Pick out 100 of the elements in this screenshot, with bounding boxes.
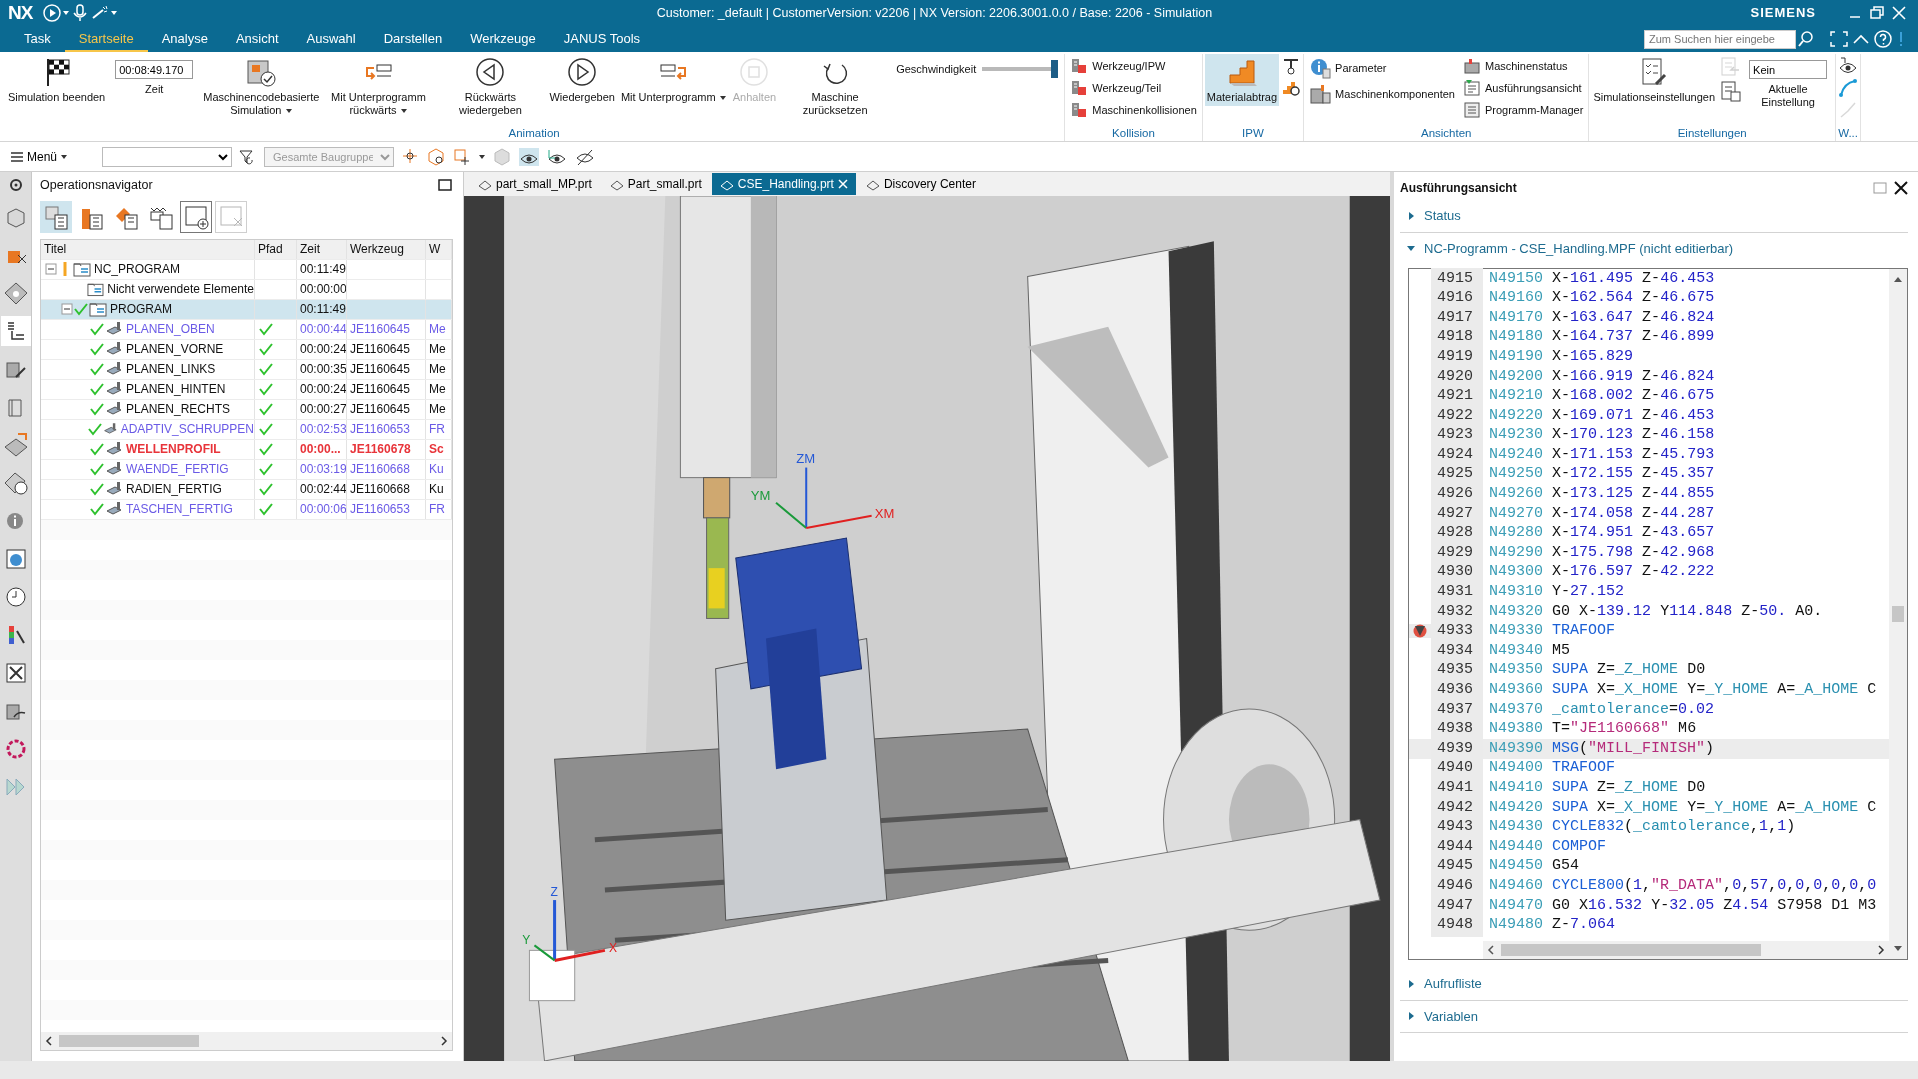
line-number: 4946 bbox=[1437, 876, 1473, 894]
scroll-up-icon[interactable] bbox=[1893, 275, 1903, 283]
table-cell-text: 00:00:24 bbox=[300, 381, 346, 399]
section-header[interactable]: Variablen bbox=[1400, 1000, 1908, 1033]
table-cell-text: 00:00:24 bbox=[300, 341, 346, 359]
scroll-right-icon[interactable] bbox=[440, 1036, 448, 1046]
text-field[interactable]: Kein bbox=[1749, 60, 1828, 79]
menu-button[interactable]: Menü bbox=[6, 147, 73, 166]
play-circle-icon[interactable] bbox=[42, 3, 63, 23]
table-cell-text: FR bbox=[429, 421, 445, 439]
ribbon-button[interactable]: Wiedergeben bbox=[547, 54, 617, 106]
document-tab[interactable]: Part_small.prt bbox=[601, 173, 710, 195]
ribbon-button[interactable]: Maschinenstatus bbox=[1459, 56, 1587, 76]
scroll-thumb[interactable] bbox=[1501, 944, 1761, 956]
tree-row[interactable]: ADAPTIV_SCHRUPPEN 00:02:53 JE1160653 FR bbox=[41, 419, 452, 440]
ribbon-button[interactable]: Werkzeug/Teil bbox=[1067, 78, 1200, 98]
horizontal-scrollbar[interactable] bbox=[1483, 941, 1889, 959]
resource-bar-button[interactable] bbox=[0, 316, 31, 346]
menu-tab[interactable]: Task bbox=[10, 25, 65, 53]
menu-tab[interactable]: Ansicht bbox=[221, 25, 293, 53]
ribbon-button[interactable]: Programm-Manager bbox=[1459, 100, 1587, 120]
menu-tab[interactable]: Analyse bbox=[147, 25, 222, 53]
view-button[interactable] bbox=[180, 200, 212, 233]
tree-row[interactable]: NC_PROGRAM 00:11:49 bbox=[41, 259, 452, 280]
code-editor[interactable] bbox=[1408, 268, 1908, 960]
ribbon-button[interactable]: Materialabtrag bbox=[1204, 54, 1280, 106]
list-disk-icon[interactable] bbox=[1719, 80, 1742, 102]
search-field[interactable]: Zum Suchen hier eingebe bbox=[1644, 29, 1796, 49]
tree-row[interactable]: PLANEN_LINKS 00:00:35 JE1160645 Me bbox=[41, 359, 452, 380]
collapse-toggle-icon[interactable] bbox=[45, 263, 57, 276]
menu-tab[interactable]: Darstellen bbox=[369, 25, 457, 53]
code-line: N49320 G0 X-139.12 Y114.848 Z-50. A0. bbox=[1488, 601, 1823, 622]
column-header[interactable]: Werkzeug bbox=[347, 239, 426, 259]
axis-label: X bbox=[608, 941, 617, 956]
line-number: 4934 bbox=[1437, 641, 1473, 659]
code-line: N49460 CYCLE800(1,"R_DATA",0,57,0,0,0,0,0,0 bbox=[1488, 875, 1877, 896]
column-header[interactable]: Titel bbox=[41, 239, 255, 259]
tree-row[interactable]: PROGRAM 00:11:49 bbox=[41, 299, 452, 320]
section-header[interactable]: NC-Programm - CSE_Handling.MPF (nicht editierbar) bbox=[1400, 232, 1908, 264]
ribbon-button[interactable]: Mit Unterprogramm rückwärts bbox=[323, 54, 434, 119]
table-cell-text: 00:00:44 bbox=[300, 321, 346, 339]
table-cell-text: Me bbox=[429, 321, 446, 339]
ribbon-button[interactable]: Simulationseinstellungen bbox=[1591, 54, 1718, 106]
scroll-left-icon[interactable] bbox=[45, 1036, 53, 1046]
menu-tab[interactable]: JANUS Tools bbox=[549, 25, 655, 53]
table-cell-text: 00:11:49 bbox=[300, 261, 346, 279]
slider-thumb[interactable] bbox=[1051, 60, 1059, 78]
scroll-left-icon[interactable] bbox=[1487, 945, 1495, 955]
viewport-canvas[interactable]: ZM YM XM Z Y X bbox=[464, 196, 1390, 1061]
help-icon[interactable] bbox=[1872, 29, 1894, 49]
tree-row[interactable]: RADIEN_FERTIG 00:02:44 JE1160668 Ku bbox=[41, 479, 452, 500]
fullscreen-icon[interactable] bbox=[1828, 29, 1850, 49]
tree-row[interactable]: WAENDE_FERTIG 00:03:19 JE1160668 Ku bbox=[41, 459, 452, 480]
ribbon-button[interactable]: Maschinenkomponenten bbox=[1306, 82, 1458, 106]
document-tab[interactable]: CSE_Handling.prt bbox=[711, 173, 856, 195]
section-header[interactable]: Aufrufliste bbox=[1400, 968, 1908, 1001]
view-button[interactable] bbox=[40, 200, 72, 233]
ribbon-button[interactable]: Parameter bbox=[1306, 56, 1458, 80]
ribbon-button[interactable]: Simulation beenden bbox=[6, 54, 108, 106]
column-header[interactable]: Zeit bbox=[297, 239, 347, 259]
line-number: 4932 bbox=[1437, 602, 1473, 620]
tree-row[interactable]: PLANEN_RECHTS 00:00:27 JE1160645 Me bbox=[41, 399, 452, 420]
tree-row[interactable]: WELLENPROFIL 00:00... JE1160678 Sc bbox=[41, 439, 452, 460]
scroll-right-icon[interactable] bbox=[1877, 945, 1885, 955]
ribbon-button[interactable]: Ausführungsansicht bbox=[1459, 78, 1587, 98]
document-tab[interactable]: Discovery Center bbox=[857, 173, 984, 195]
column-header[interactable]: W bbox=[426, 239, 452, 259]
scroll-thumb[interactable] bbox=[59, 1035, 199, 1047]
breakpoint-marker-icon[interactable] bbox=[1413, 624, 1427, 639]
ribbon-button[interactable]: Maschinenkollisionen bbox=[1067, 100, 1200, 120]
maximize-icon[interactable] bbox=[437, 177, 453, 194]
search-icon[interactable] bbox=[1796, 29, 1816, 49]
cube-target-icon[interactable] bbox=[426, 146, 447, 167]
tree-row[interactable]: TASCHEN_FERTIG 00:00:06 JE1160653 FR bbox=[41, 499, 452, 520]
eye-icon[interactable] bbox=[518, 146, 541, 167]
tree-row[interactable]: PLANEN_HINTEN 00:00:24 JE1160645 Me bbox=[41, 379, 452, 400]
close-icon[interactable] bbox=[1894, 181, 1908, 195]
horizontal-scrollbar[interactable] bbox=[41, 1032, 452, 1050]
menu-tab[interactable]: Werkzeuge bbox=[456, 25, 550, 53]
scroll-thumb[interactable] bbox=[1892, 606, 1904, 622]
ribbon-button[interactable]: Mit Unterprogramm bbox=[618, 54, 729, 106]
stop-icon bbox=[738, 56, 771, 88]
scroll-down-icon[interactable] bbox=[1893, 945, 1903, 953]
document-tab[interactable]: part_small_MP.prt bbox=[470, 173, 600, 195]
ribbon-button[interactable]: Maschinencodebasierte Simulation bbox=[201, 54, 322, 119]
column-header[interactable]: Pfad bbox=[255, 239, 297, 259]
tree-row[interactable]: Nicht verwendete Elemente 00:00:00 bbox=[41, 279, 452, 300]
section-header[interactable]: Status bbox=[1400, 200, 1908, 233]
text-field[interactable]: 00:08:49.170 bbox=[115, 60, 194, 79]
ribbon-button[interactable]: Maschine zurücksetzen bbox=[780, 54, 891, 119]
ribbon-button[interactable]: Werkzeug/IPW bbox=[1067, 56, 1200, 76]
line-number: 4943 bbox=[1437, 818, 1473, 836]
tree-row[interactable]: PLANEN_OBEN 00:00:44 JE1160645 Me bbox=[41, 319, 452, 340]
operation-name: PLANEN_HINTEN bbox=[126, 381, 226, 399]
ribbon-button[interactable]: Rückwärts wiedergeben bbox=[435, 54, 546, 119]
vertical-scrollbar[interactable] bbox=[1889, 269, 1907, 959]
collapse-toggle-icon[interactable] bbox=[61, 303, 73, 316]
eye-icon[interactable] bbox=[1838, 56, 1859, 76]
menu-tab[interactable]: Auswahl bbox=[292, 25, 370, 53]
tree-row[interactable]: PLANEN_VORNE 00:00:24 JE1160645 Me bbox=[41, 339, 452, 360]
